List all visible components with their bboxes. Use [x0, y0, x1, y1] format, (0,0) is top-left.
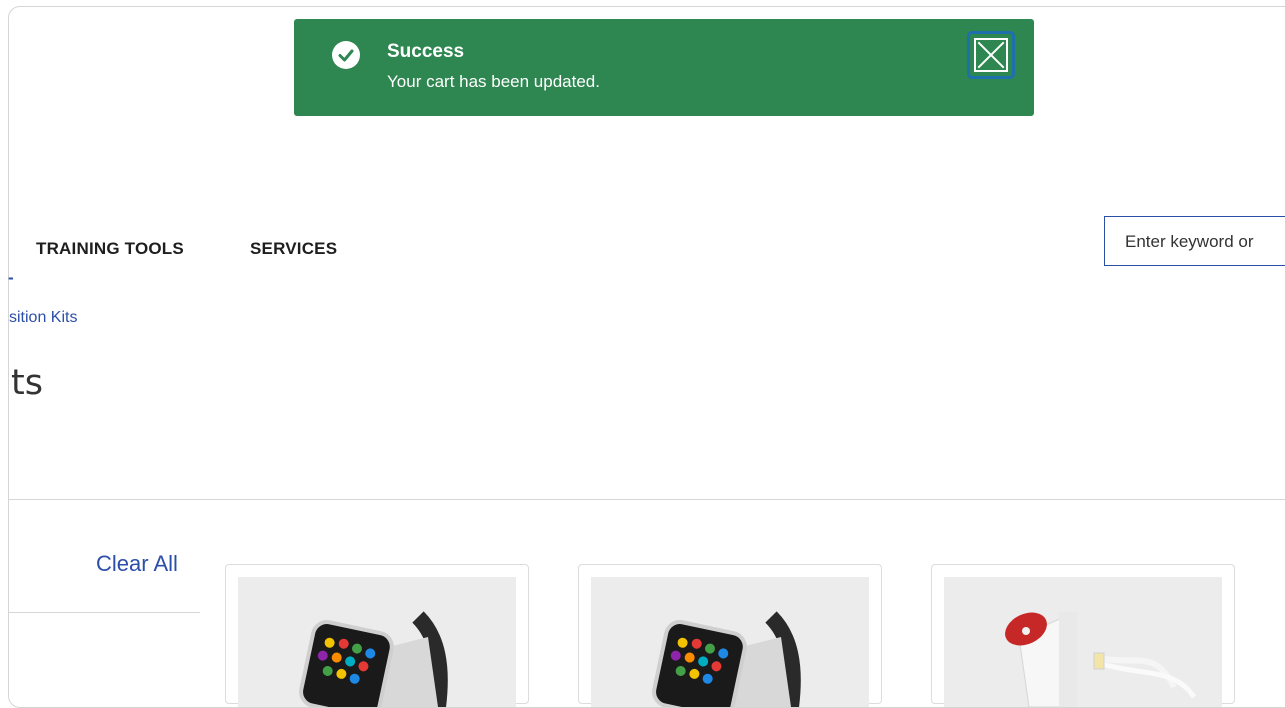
page-title: ts — [11, 363, 43, 403]
nav-item-training-tools[interactable]: TRAINING TOOLS — [36, 239, 184, 259]
section-divider — [9, 499, 1285, 500]
close-icon — [974, 38, 1008, 72]
check-circle-icon — [332, 41, 360, 69]
product-card[interactable] — [578, 564, 882, 707]
apple-watch-display-icon — [591, 577, 869, 707]
filter-divider — [9, 612, 200, 613]
apple-watch-display-icon — [238, 577, 516, 707]
clear-all-filters-link[interactable]: Clear All — [96, 551, 178, 577]
security-stand-icon — [944, 577, 1222, 707]
toast-message: Your cart has been updated. — [387, 72, 600, 91]
toast-title: Success — [387, 41, 465, 62]
breadcrumb-separator: - — [8, 268, 14, 287]
breadcrumb-link[interactable]: sition Kits — [9, 309, 77, 327]
nav-item-services[interactable]: SERVICES — [250, 239, 337, 259]
toast-close-button[interactable] — [967, 31, 1015, 79]
success-toast: Success Your cart has been updated. — [294, 19, 1034, 116]
search-input[interactable]: Enter keyword or — [1104, 216, 1285, 266]
product-card[interactable] — [931, 564, 1235, 707]
search-placeholder: Enter keyword or — [1125, 232, 1254, 251]
product-card[interactable] — [225, 564, 529, 707]
